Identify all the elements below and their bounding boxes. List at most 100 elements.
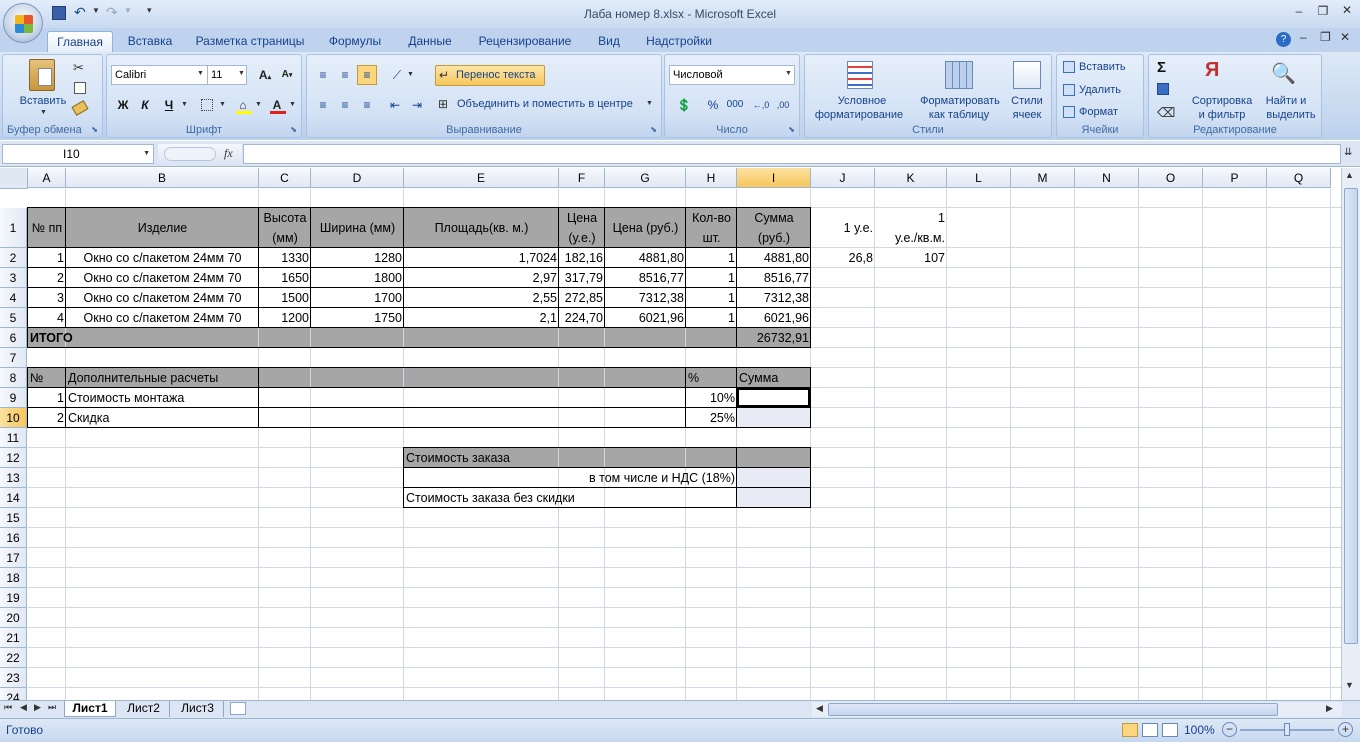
row-header-10[interactable]: 10 [0,408,27,428]
paste-button[interactable]: Вставить [13,95,73,107]
decrease-decimal-icon[interactable]: ,00 [773,95,793,115]
align-left-icon[interactable]: ≡ [313,95,333,115]
wrap-text-button[interactable]: ↵ Перенос текста [435,65,545,86]
row-header-2[interactable]: 2 [0,248,27,268]
column-header-h[interactable]: H [686,168,737,188]
last-sheet-icon[interactable]: ⏭ [48,702,56,713]
fill-icon[interactable] [1157,83,1169,95]
formula-search-icon[interactable] [164,147,216,161]
first-sheet-icon[interactable]: ⏮ [4,702,12,713]
borders-icon[interactable] [197,95,217,115]
align-right-icon[interactable]: ≡ [357,95,377,115]
formula-input[interactable] [243,144,1341,164]
insert-sheet-icon[interactable] [230,702,246,715]
tab-addins[interactable]: Надстройки [640,31,718,52]
autosum-icon[interactable]: Σ [1157,59,1166,76]
row-header-18[interactable]: 18 [0,568,27,588]
name-box[interactable]: I10 ▼ [2,144,154,164]
row-header-13[interactable]: 13 [0,468,27,488]
cell-styles-label-1[interactable]: Стили [1007,95,1047,107]
column-header-o[interactable]: O [1139,168,1203,188]
alignment-launcher-icon[interactable]: ⬊ [650,125,657,134]
vertical-scrollbar[interactable]: ▲ ▼ [1341,168,1360,700]
zoom-slider[interactable] [1240,723,1334,736]
underline-button[interactable]: Ч [159,95,179,115]
insert-cells-icon[interactable] [1063,61,1075,73]
row-header-19[interactable]: 19 [0,588,27,608]
delete-cells-icon[interactable] [1063,84,1075,96]
format-cells-button[interactable]: Формат [1079,106,1118,118]
tab-view[interactable]: Вид [590,31,628,52]
column-header-m[interactable]: M [1011,168,1075,188]
cell-styles-label-2[interactable]: ячеек [1007,109,1047,121]
font-launcher-icon[interactable]: ⬊ [290,125,297,134]
tab-data[interactable]: Данные [400,31,460,52]
format-painter-icon[interactable] [71,100,89,116]
scroll-down-icon[interactable]: ▼ [1345,680,1354,690]
conditional-format-label-2[interactable]: форматирование [809,109,909,121]
number-format-select[interactable]: Числовой [669,65,795,85]
page-break-view-icon[interactable] [1162,723,1178,737]
office-button[interactable] [3,3,43,43]
shrink-font-icon[interactable]: A▾ [277,65,297,85]
row-header-5[interactable]: 5 [0,308,27,328]
column-header-d[interactable]: D [311,168,404,188]
tab-insert[interactable]: Вставка [120,31,180,52]
delete-cells-button[interactable]: Удалить [1079,84,1121,96]
decrease-indent-icon[interactable]: ⇤ [385,95,405,115]
column-header-l[interactable]: L [947,168,1011,188]
page-layout-view-icon[interactable] [1142,723,1158,737]
column-header-p[interactable]: P [1203,168,1267,188]
currency-icon[interactable]: 💲 [671,95,697,115]
column-header-q[interactable]: Q [1267,168,1331,188]
borders-dropdown-icon[interactable]: ▼ [219,101,226,108]
row-header-24[interactable]: 24 [0,688,27,700]
horizontal-scrollbar[interactable]: ◀ ▶ [812,702,1342,717]
row-header-1[interactable]: 1 [0,208,27,248]
row-header-22[interactable]: 22 [0,648,27,668]
merge-center-button[interactable]: ⊞ Объединить и поместить в центре ▼ [435,95,657,116]
help-icon[interactable]: ? [1276,32,1291,47]
row-header-14[interactable]: 14 [0,488,27,508]
row-header-17[interactable]: 17 [0,548,27,568]
grow-font-icon[interactable]: A▴ [255,65,275,85]
italic-button[interactable]: К [135,95,155,115]
clear-icon[interactable]: ⌫ [1157,105,1175,121]
format-cells-icon[interactable] [1063,106,1075,118]
close-button[interactable]: ✕ [1337,3,1357,19]
bold-button[interactable]: Ж [113,95,133,115]
number-format-dropdown-icon[interactable]: ▼ [785,70,792,77]
row-header-4[interactable]: 4 [0,288,27,308]
row-header-12[interactable]: 12 [0,448,27,468]
tab-review[interactable]: Рецензирование [472,31,578,52]
scroll-left-icon[interactable]: ◀ [816,703,823,714]
zoom-out-icon[interactable]: − [1222,722,1237,737]
cut-icon[interactable]: ✂ [73,60,84,76]
font-color-icon[interactable]: A [267,95,287,115]
sheet-tab-1[interactable]: Лист1 [64,701,116,717]
ribbon-close-button[interactable]: ✕ [1340,30,1350,44]
column-header-f[interactable]: F [559,168,605,188]
thousands-icon[interactable]: 000 [725,95,745,115]
paste-icon[interactable] [29,59,55,91]
column-header-e[interactable]: E [404,168,559,188]
sort-filter-icon[interactable]: Я [1205,59,1219,82]
cell-styles-icon[interactable] [1013,61,1041,89]
orientation-dropdown-icon[interactable]: ▼ [407,71,414,78]
sheet-tab-3[interactable]: Лист3 [172,701,224,717]
conditional-format-icon[interactable] [847,61,873,89]
format-table-icon[interactable] [945,61,973,89]
name-box-dropdown-icon[interactable]: ▼ [143,150,150,157]
expand-formula-icon[interactable]: ⇊ [1344,147,1352,158]
restore-button[interactable]: ❐ [1313,4,1333,20]
format-table-label-1[interactable]: Форматировать [913,95,1007,107]
fill-color-icon[interactable]: ⌂ [233,95,253,115]
zoom-in-icon[interactable]: + [1338,722,1353,737]
select-all-corner[interactable] [0,168,28,189]
minimize-button[interactable]: – [1289,4,1309,20]
column-header-n[interactable]: N [1075,168,1139,188]
column-header-g[interactable]: G [605,168,686,188]
scroll-right-icon[interactable]: ▶ [1326,703,1333,714]
conditional-format-label-1[interactable]: Условное [827,95,897,107]
font-name-select[interactable]: Calibri [111,65,209,85]
